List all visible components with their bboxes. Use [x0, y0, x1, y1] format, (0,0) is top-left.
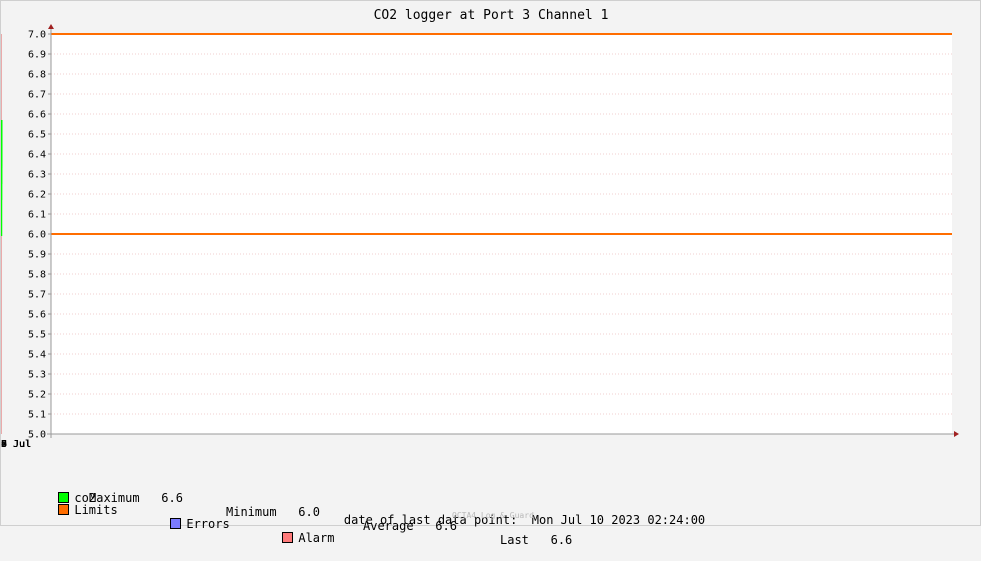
co2-chart: CO2 logger at Port 3 Channel 1 5.05.15.2…	[1, 8, 959, 450]
y-tick-label: 5.8	[28, 270, 46, 281]
legend-limits-label: Limits	[74, 503, 118, 517]
x-axis-arrow	[954, 431, 959, 437]
y-tick-label: 5.5	[28, 330, 46, 341]
y-tick-label: 6.3	[28, 170, 46, 181]
y-tick-label: 7.0	[28, 30, 46, 41]
y-tick-label: 6.8	[28, 70, 46, 81]
limits-swatch	[58, 504, 70, 515]
y-tick-label: 6.2	[28, 190, 46, 201]
legend-row-markers: Limits Errors Alarm	[15, 475, 334, 545]
y-axis-arrow	[48, 24, 54, 29]
y-tick-label: 6.4	[28, 150, 46, 161]
y-tick-label: 6.5	[28, 130, 46, 141]
y-tick-label: 5.2	[28, 390, 46, 401]
y-tick-label: 6.9	[28, 50, 46, 61]
y-tick-labels: 5.05.15.25.35.45.55.65.75.85.96.06.16.26…	[28, 30, 46, 441]
last-data-point: date of last data point: Mon Jul 10 2023…	[315, 499, 705, 541]
y-tick-label: 5.3	[28, 370, 46, 381]
watermark: OCTA4 Log & Guard	[452, 511, 534, 520]
last-data-value: Mon Jul 10 2023 02:24:00	[531, 513, 706, 527]
errors-swatch	[170, 518, 182, 529]
y-tick-label: 5.9	[28, 250, 46, 261]
y-tick-label: 5.6	[28, 310, 46, 321]
y-tick-label: 5.1	[28, 410, 46, 421]
y-tick-label: 6.0	[28, 230, 46, 241]
x-tick-labels: Mon 03 JulTue 04 JulWed 05 JulThu 06 Jul…	[1, 439, 31, 450]
legend-errors-label: Errors	[186, 517, 230, 531]
x-tick-label: Sun 09 Jul	[1, 439, 31, 450]
chart-title: CO2 logger at Port 3 Channel 1	[374, 8, 609, 23]
y-tick-label: 5.4	[28, 350, 46, 361]
chart-window: CO2 logger at Port 3 Channel 1 5.0 5.1 5.2…	[0, 0, 981, 547]
y-tick-label: 6.1	[28, 210, 46, 221]
alarm-swatch	[282, 532, 294, 543]
y-tick-label: 6.7	[28, 90, 46, 101]
legend-errors: Errors	[127, 503, 230, 545]
y-tick-label: 5.7	[28, 290, 46, 301]
y-tick-label: 6.6	[28, 110, 46, 121]
legend-limits: Limits	[15, 489, 118, 531]
